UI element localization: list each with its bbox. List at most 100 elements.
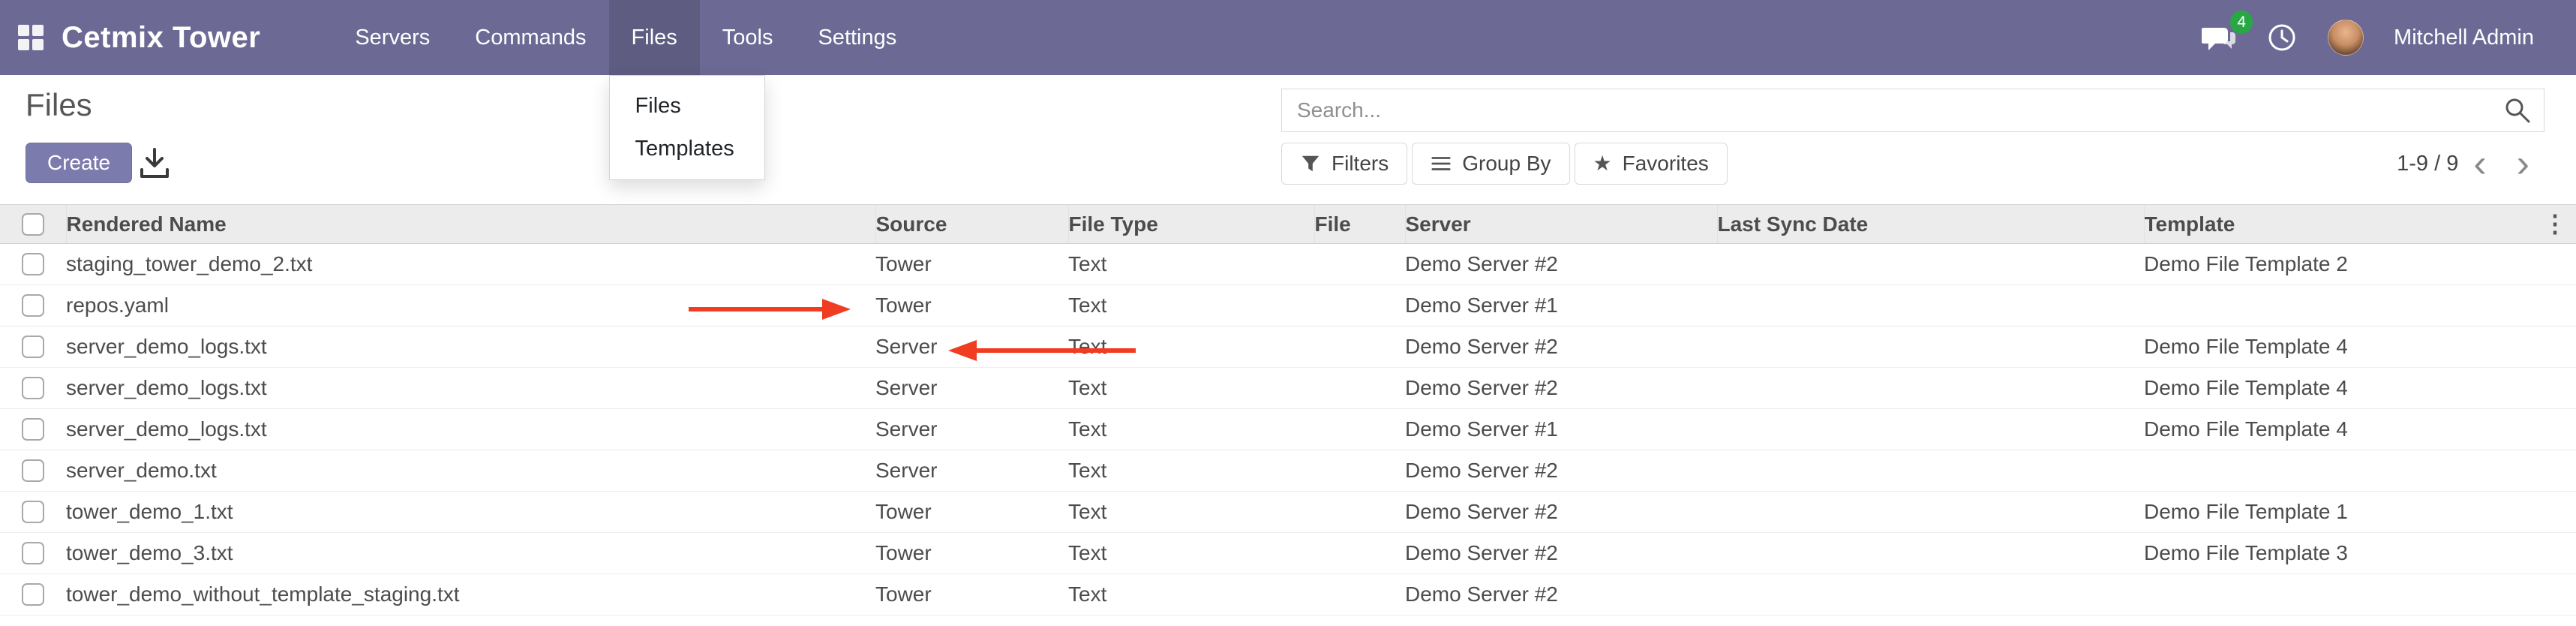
cell-source[interactable]: Tower: [875, 492, 1068, 533]
cell-source[interactable]: Tower: [875, 285, 1068, 327]
messages-button[interactable]: 4: [2202, 23, 2236, 53]
table-row[interactable]: repos.yaml Tower Text Demo Server #1: [0, 285, 2576, 327]
table-row[interactable]: staging_tower_demo_2.txt Tower Text Demo…: [0, 244, 2576, 285]
cell-rendered-name[interactable]: server_demo_logs.txt: [66, 368, 875, 409]
cell-file[interactable]: [1314, 409, 1405, 450]
cell-template[interactable]: Demo File Template 1: [2144, 492, 2543, 533]
column-header-server[interactable]: Server: [1405, 205, 1717, 244]
cell-server[interactable]: Demo Server #2: [1405, 492, 1717, 533]
menu-settings[interactable]: Settings: [795, 0, 919, 75]
user-avatar[interactable]: [2328, 20, 2364, 56]
menu-tools[interactable]: Tools: [700, 0, 796, 75]
cell-source[interactable]: Server: [875, 327, 1068, 368]
apps-menu-button[interactable]: [0, 0, 62, 75]
cell-source[interactable]: Tower: [875, 533, 1068, 574]
menu-commands[interactable]: Commands: [452, 0, 608, 75]
menu-servers[interactable]: Servers: [332, 0, 452, 75]
table-row[interactable]: server_demo_logs.txt Server Text Demo Se…: [0, 368, 2576, 409]
cell-file-type[interactable]: Text: [1068, 450, 1314, 492]
row-checkbox[interactable]: [22, 501, 44, 523]
column-header-template[interactable]: Template: [2144, 205, 2543, 244]
cell-last-sync-date[interactable]: [1717, 368, 2144, 409]
column-header-rendered-name[interactable]: Rendered Name: [66, 205, 875, 244]
table-row[interactable]: server_demo.txt Server Text Demo Server …: [0, 450, 2576, 492]
search-input[interactable]: [1282, 98, 2503, 122]
cell-rendered-name[interactable]: tower_demo_1.txt: [66, 492, 875, 533]
cell-source[interactable]: Tower: [875, 574, 1068, 615]
row-checkbox[interactable]: [22, 336, 44, 358]
cell-server[interactable]: Demo Server #1: [1405, 409, 1717, 450]
cell-last-sync-date[interactable]: [1717, 450, 2144, 492]
cell-template[interactable]: Demo File Template 4: [2144, 327, 2543, 368]
row-checkbox[interactable]: [22, 418, 44, 441]
table-row[interactable]: tower_demo_without_template_staging.txt …: [0, 574, 2576, 615]
cell-file[interactable]: [1314, 327, 1405, 368]
cell-source[interactable]: Server: [875, 368, 1068, 409]
select-all-checkbox[interactable]: [22, 213, 44, 236]
dropdown-item-files[interactable]: Files: [610, 85, 764, 128]
cell-file-type[interactable]: Text: [1068, 285, 1314, 327]
cell-last-sync-date[interactable]: [1717, 244, 2144, 285]
cell-file[interactable]: [1314, 574, 1405, 615]
user-menu[interactable]: Mitchell Admin: [2394, 26, 2534, 50]
cell-rendered-name[interactable]: server_demo_logs.txt: [66, 327, 875, 368]
cell-template[interactable]: Demo File Template 4: [2144, 409, 2543, 450]
cell-rendered-name[interactable]: server_demo.txt: [66, 450, 875, 492]
cell-last-sync-date[interactable]: [1717, 285, 2144, 327]
menu-files[interactable]: Files Files Templates: [609, 0, 700, 75]
cell-file[interactable]: [1314, 533, 1405, 574]
cell-template[interactable]: Demo File Template 3: [2144, 533, 2543, 574]
row-checkbox[interactable]: [22, 377, 44, 399]
column-header-file[interactable]: File: [1314, 205, 1405, 244]
cell-file[interactable]: [1314, 368, 1405, 409]
cell-last-sync-date[interactable]: [1717, 492, 2144, 533]
row-checkbox[interactable]: [22, 542, 44, 564]
cell-template[interactable]: [2144, 285, 2543, 327]
cell-source[interactable]: Tower: [875, 244, 1068, 285]
app-brand[interactable]: Cetmix Tower: [62, 21, 260, 55]
pager-next-button[interactable]: ›: [2502, 144, 2544, 183]
cell-template[interactable]: Demo File Template 4: [2144, 368, 2543, 409]
row-checkbox[interactable]: [22, 253, 44, 275]
cell-template[interactable]: [2144, 450, 2543, 492]
cell-rendered-name[interactable]: staging_tower_demo_2.txt: [66, 244, 875, 285]
table-row[interactable]: server_demo_logs.txt Server Text Demo Se…: [0, 409, 2576, 450]
row-checkbox[interactable]: [22, 294, 44, 317]
search-submit-button[interactable]: [2503, 96, 2532, 125]
cell-file[interactable]: [1314, 492, 1405, 533]
cell-rendered-name[interactable]: server_demo_logs.txt: [66, 409, 875, 450]
activities-button[interactable]: [2266, 22, 2298, 53]
cell-server[interactable]: Demo Server #2: [1405, 327, 1717, 368]
cell-file-type[interactable]: Text: [1068, 244, 1314, 285]
cell-rendered-name[interactable]: repos.yaml: [66, 285, 875, 327]
column-header-source[interactable]: Source: [875, 205, 1068, 244]
cell-last-sync-date[interactable]: [1717, 409, 2144, 450]
table-row[interactable]: tower_demo_3.txt Tower Text Demo Server …: [0, 533, 2576, 574]
cell-file-type[interactable]: Text: [1068, 368, 1314, 409]
cell-template[interactable]: Demo File Template 2: [2144, 244, 2543, 285]
cell-file[interactable]: [1314, 285, 1405, 327]
cell-file-type[interactable]: Text: [1068, 574, 1314, 615]
cell-rendered-name[interactable]: tower_demo_without_template_staging.txt: [66, 574, 875, 615]
table-row[interactable]: tower_demo_1.txt Tower Text Demo Server …: [0, 492, 2576, 533]
cell-file-type[interactable]: Text: [1068, 327, 1314, 368]
cell-server[interactable]: Demo Server #1: [1405, 285, 1717, 327]
cell-server[interactable]: Demo Server #2: [1405, 450, 1717, 492]
table-row[interactable]: server_demo_logs.txt Server Text Demo Se…: [0, 327, 2576, 368]
optional-columns-icon[interactable]: ⋮: [2543, 210, 2567, 237]
cell-server[interactable]: Demo Server #2: [1405, 574, 1717, 615]
cell-last-sync-date[interactable]: [1717, 327, 2144, 368]
cell-server[interactable]: Demo Server #2: [1405, 368, 1717, 409]
create-button[interactable]: Create: [26, 143, 132, 183]
cell-last-sync-date[interactable]: [1717, 574, 2144, 615]
cell-last-sync-date[interactable]: [1717, 533, 2144, 574]
cell-file[interactable]: [1314, 244, 1405, 285]
cell-rendered-name[interactable]: tower_demo_3.txt: [66, 533, 875, 574]
row-checkbox[interactable]: [22, 583, 44, 606]
cell-source[interactable]: Server: [875, 450, 1068, 492]
import-button[interactable]: [134, 146, 176, 182]
cell-file[interactable]: [1314, 450, 1405, 492]
cell-template[interactable]: [2144, 574, 2543, 615]
cell-server[interactable]: Demo Server #2: [1405, 533, 1717, 574]
row-checkbox[interactable]: [22, 459, 44, 482]
